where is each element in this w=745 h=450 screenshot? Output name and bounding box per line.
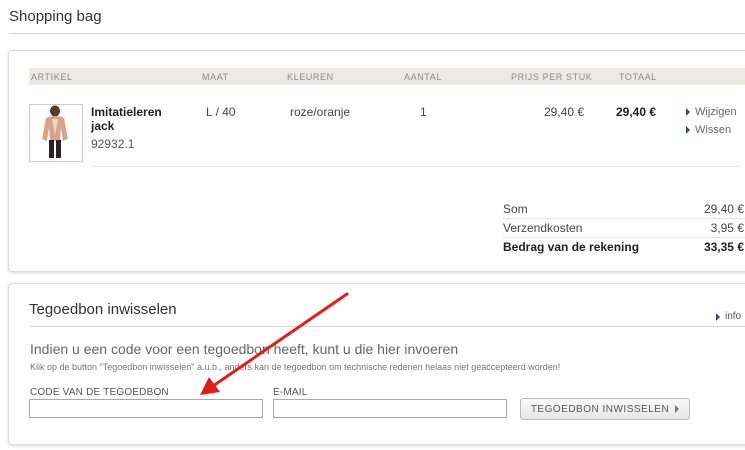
voucher-code-input[interactable] [29, 399, 263, 418]
shipping-label: Verzendkosten [503, 221, 583, 235]
product-unit-price: 29,40 € [544, 105, 585, 119]
voucher-title: Tegoedbon inwisselen [29, 301, 177, 318]
voucher-note: Klik op de button "Tegoedbon inwisselen"… [30, 362, 561, 372]
col-unit-price: PRIJS PER STUK [511, 72, 593, 82]
remove-link[interactable]: Wissen [686, 124, 731, 136]
redeem-voucher-button[interactable]: TEGOEDBON INWISSELEN [520, 398, 690, 420]
play-triangle-icon [686, 108, 690, 116]
summary-divider [503, 237, 745, 238]
page-title: Shopping bag [9, 8, 102, 25]
shipping-value: 3,95 € [710, 221, 744, 235]
voucher-divider [29, 326, 745, 327]
play-triangle-icon [686, 126, 690, 134]
col-qty: AANTAL [404, 72, 442, 82]
edit-label: Wijzigen [695, 106, 737, 118]
summary-divider [503, 218, 745, 219]
redeem-button-label: TEGOEDBON INWISSELEN [530, 403, 670, 415]
row-divider [92, 166, 740, 167]
play-triangle-icon [675, 405, 680, 413]
title-divider [9, 33, 745, 34]
col-size: MAAT [202, 72, 229, 82]
col-colors: KLEUREN [287, 72, 334, 82]
voucher-code-label: CODE VAN DE TEGOEDBON [30, 387, 169, 398]
table-header: ARTIKEL MAAT KLEUREN AANTAL PRIJS PER ST… [29, 68, 745, 85]
product-qty: 1 [420, 105, 427, 119]
email-input[interactable] [273, 399, 507, 418]
product-code: 92932.1 [91, 137, 135, 151]
voucher-intro: Indien u een code voor een tegoedbon hee… [30, 341, 459, 357]
product-name[interactable]: Imitatieleren jack [91, 105, 181, 133]
email-label: E-MAIL [273, 387, 308, 398]
jacket-image [30, 105, 82, 161]
product-thumbnail[interactable] [29, 104, 83, 162]
product-size: L / 40 [206, 105, 236, 119]
total-value: 33,35 € [703, 240, 744, 254]
info-label: info [725, 311, 742, 322]
product-total: 29,40 € [616, 105, 657, 119]
edit-link[interactable]: Wijzigen [686, 106, 737, 118]
play-triangle-icon [716, 312, 720, 321]
remove-label: Wissen [695, 124, 732, 136]
product-color: roze/oranje [290, 105, 351, 119]
col-article: ARTIKEL [31, 72, 73, 82]
col-total: TOTAAL [619, 72, 657, 82]
subtotal-label: Som [503, 202, 528, 216]
info-link[interactable]: info [716, 311, 741, 322]
total-label: Bedrag van de rekening [503, 240, 640, 254]
subtotal-value: 29,40 € [703, 202, 744, 216]
